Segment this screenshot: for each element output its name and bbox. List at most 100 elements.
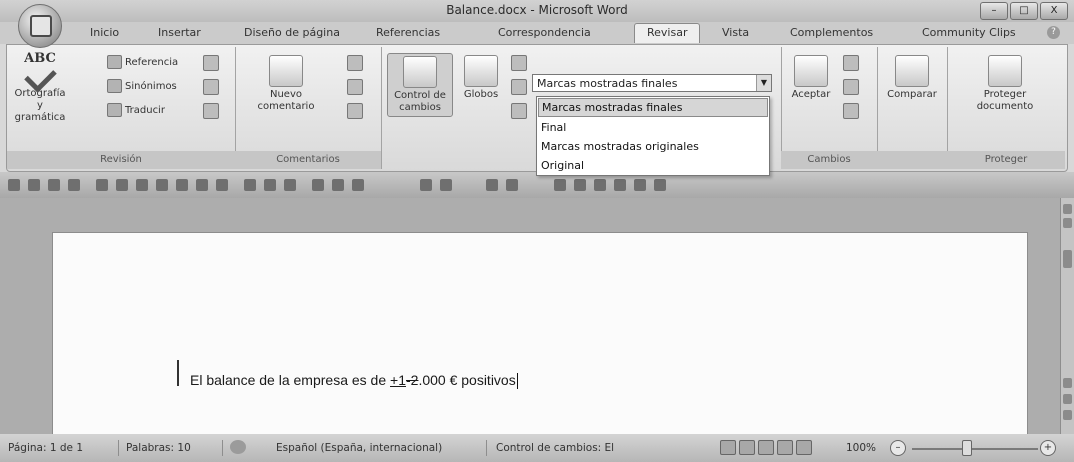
group-revision: ABC Ortografía y gramática Referencia Si…	[7, 47, 236, 169]
chevron-down-icon[interactable]: ▼	[756, 75, 771, 91]
text-icon[interactable]	[554, 179, 566, 191]
print-icon[interactable]	[96, 179, 108, 191]
option-original-showing-markup[interactable]: Marcas mostradas originales	[537, 137, 769, 156]
print-layout-icon[interactable]	[720, 440, 736, 455]
compare-button[interactable]: Comparar	[883, 55, 941, 101]
reviewing-pane-icon[interactable]	[511, 103, 527, 119]
vertical-scrollbar[interactable]	[1060, 198, 1074, 434]
draft-icon[interactable]	[796, 440, 812, 455]
list-icon[interactable]	[216, 179, 228, 191]
protect-document-button[interactable]: Proteger documento	[969, 55, 1041, 113]
tab-community-clips[interactable]: Community Clips	[922, 26, 1016, 39]
maximize-button[interactable]: □	[1010, 2, 1038, 20]
track-changes-status[interactable]: Control de cambios: El	[496, 442, 614, 454]
zoom-out-button[interactable]: –	[890, 440, 906, 456]
reference-button[interactable]: Referencia	[107, 55, 178, 69]
new-comment-label: Nuevo comentario	[257, 89, 315, 112]
previous-change-icon[interactable]	[843, 79, 859, 95]
doc-icon[interactable]	[574, 179, 586, 191]
window-title: Balance.docx - Microsoft Word	[446, 3, 628, 17]
zoom-in-button[interactable]: +	[1040, 440, 1056, 456]
page-icon[interactable]	[264, 179, 276, 191]
office-button[interactable]	[18, 4, 62, 48]
spelling-icon[interactable]	[136, 179, 148, 191]
minimize-button[interactable]: –	[980, 2, 1008, 20]
full-screen-reading-icon[interactable]	[739, 440, 755, 455]
tab-diseno-de-pagina[interactable]: Diseño de página	[244, 26, 340, 39]
word-count[interactable]: Palabras: 10	[126, 442, 191, 454]
zoom-slider[interactable]	[912, 448, 1038, 450]
columns-icon[interactable]	[284, 179, 296, 191]
browse-object-icon[interactable]	[1063, 394, 1072, 404]
tab-correspondencia[interactable]: Correspondencia	[498, 26, 591, 39]
synonyms-button[interactable]: Sinónimos	[107, 79, 177, 93]
balloons-icon	[464, 55, 498, 87]
tab-inicio[interactable]: Inicio	[90, 26, 119, 39]
reject-icon[interactable]	[843, 55, 859, 71]
shapes-icon[interactable]	[332, 179, 344, 191]
highlight-icon[interactable]	[506, 179, 518, 191]
display-for-review-dropdown: Marcas mostradas finales Final Marcas mo…	[536, 96, 770, 176]
tab-referencias[interactable]: Referencias	[376, 26, 440, 39]
tools-icon[interactable]	[440, 179, 452, 191]
zoom-level[interactable]: 100%	[846, 442, 876, 454]
scroll-thumb[interactable]	[1063, 250, 1072, 268]
ruler-toggle-icon[interactable]	[1063, 204, 1072, 214]
save-icon[interactable]	[8, 179, 20, 191]
scroll-up-icon[interactable]	[1063, 218, 1072, 228]
next-change-icon[interactable]	[843, 103, 859, 119]
chart-icon[interactable]	[352, 179, 364, 191]
redo-icon[interactable]	[48, 179, 60, 191]
image-icon[interactable]	[594, 179, 606, 191]
spelling-button[interactable]: ABC Ortografía y gramática	[11, 52, 69, 124]
word-count-icon[interactable]	[203, 103, 219, 119]
next-comment-icon[interactable]	[347, 103, 363, 119]
close-button[interactable]: X	[1040, 2, 1068, 20]
envelope-icon[interactable]	[420, 179, 432, 191]
frame-icon[interactable]	[486, 179, 498, 191]
balloons-button[interactable]: Globos	[457, 55, 505, 101]
tab-vista[interactable]: Vista	[722, 26, 749, 39]
display-for-review-combo[interactable]: Marcas mostradas finales ▼	[532, 74, 772, 92]
reference-icon	[107, 55, 122, 69]
bullets-icon[interactable]	[68, 179, 80, 191]
document-paragraph[interactable]: El balance de la empresa es de +1-2.000 …	[190, 372, 518, 390]
undo-icon[interactable]	[28, 179, 40, 191]
page-count[interactable]: Página: 1 de 1	[8, 442, 83, 454]
tab-revisar[interactable]: Revisar	[634, 23, 701, 43]
accept-button[interactable]: Aceptar	[787, 55, 835, 101]
new-comment-button[interactable]: Nuevo comentario	[253, 55, 319, 113]
next-page-icon[interactable]	[1063, 410, 1072, 420]
table-icon[interactable]	[156, 179, 168, 191]
ruler-icon[interactable]	[614, 179, 626, 191]
previous-page-icon[interactable]	[1063, 378, 1072, 388]
option-final[interactable]: Final	[537, 118, 769, 137]
pilcrow-icon[interactable]	[244, 179, 256, 191]
help-icon[interactable]: ?	[1047, 26, 1060, 39]
research-icon[interactable]	[203, 79, 219, 95]
document-page[interactable]	[52, 232, 1028, 444]
language[interactable]: Español (España, internacional)	[276, 442, 442, 454]
spelling-label: Ortografía y gramática	[14, 88, 66, 123]
delete-comment-icon[interactable]	[347, 55, 363, 71]
table-grid-icon[interactable]	[654, 179, 666, 191]
insert-icon[interactable]	[312, 179, 324, 191]
previous-comment-icon[interactable]	[347, 79, 363, 95]
preview-icon[interactable]	[176, 179, 188, 191]
tab-complementos[interactable]: Complementos	[790, 26, 873, 39]
show-markup-icon[interactable]	[511, 79, 527, 95]
outline-icon[interactable]	[777, 440, 793, 455]
format-painter-icon[interactable]	[196, 179, 208, 191]
proofing-icon[interactable]	[230, 440, 246, 454]
option-original[interactable]: Original	[537, 156, 769, 175]
option-final-showing-markup[interactable]: Marcas mostradas finales	[538, 98, 768, 117]
web-layout-icon[interactable]	[758, 440, 774, 455]
translate-button[interactable]: Traducir	[107, 103, 165, 117]
zoom-icon[interactable]	[634, 179, 646, 191]
language-icon[interactable]	[203, 55, 219, 71]
track-changes-button[interactable]: Control de cambios	[387, 53, 453, 117]
zoom-slider-thumb[interactable]	[962, 440, 972, 456]
tab-insertar[interactable]: Insertar	[158, 26, 201, 39]
open-icon[interactable]	[116, 179, 128, 191]
inserted-text: +1	[390, 372, 406, 388]
